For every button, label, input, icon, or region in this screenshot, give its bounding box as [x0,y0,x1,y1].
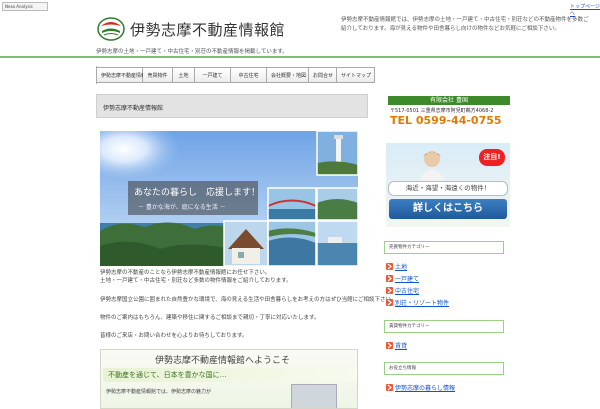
analytics-badge: Nesa Analysis [2,2,48,11]
arrow-right-icon [386,263,393,270]
promo-badge: 注目! [479,149,505,166]
company-card[interactable]: 有限会社 豊国 〒517-0501 三重県志摩市阿児町鵜方4068-2 TEL … [388,96,510,130]
company-phone: TEL 0599-44-0755 [390,114,502,127]
promo-details-button[interactable]: 詳しくはこちら [389,199,507,219]
sidebar-link-used-house[interactable]: 中古住宅 [386,286,419,295]
sidebar-link-label: 賃貸 [395,343,408,350]
company-address: 〒517-0501 三重県志摩市阿児町鵜方4068-2 [390,108,494,114]
welcome-subtitle: 不動産を通じて、日本を豊かな国に… [108,371,227,379]
nav-item-contact[interactable]: お問合せ [309,67,337,83]
sidebar-link-house[interactable]: 一戸建て [386,274,419,283]
hero-caption: あなたの暮らし 応援します！ － 豊かな海が、庭になる生活 － [128,181,261,215]
intro-paragraph-1: 伊勢志摩の不動産のことなら伊勢志摩不動産情報館にお任せ下さい。 [100,270,271,276]
header-divider [0,56,600,58]
page-title: 伊勢志摩不動産情報館 [103,105,164,112]
nav-item-sitemap[interactable]: サイトマップ [337,67,375,83]
nav-item-sale[interactable]: 売買物件 [143,67,173,83]
welcome-subtitle-band: 不動産を通じて、日本を豊かな国に… [103,368,357,382]
intro-paragraph-4: 物件のご案内はもちろん、建築や移住に関するご相談まで親切・丁寧に対応いたします。 [100,315,320,321]
sidebar-link-label: 土地 [395,264,408,271]
arrow-right-icon [386,342,393,349]
arrow-right-icon [386,275,393,282]
sidebar-link-label: 一戸建て [395,276,420,283]
widget-title-rent-categories: 賃貸物件カテゴリー [384,320,504,333]
intro-paragraph-3: 伊勢志摩国立公園に囲まれた自然豊かな環境で、海の見える生活や田舎暮らしをお考えの… [100,297,397,303]
sidebar-link-resort[interactable]: 別荘・リゾート物件 [386,298,449,307]
header-description: 伊勢志摩不動産情報館では、伊勢志摩の土地・一戸建て・中古住宅・別荘などの不動産物… [341,17,589,32]
widget-title-sale-categories: 売買物件カテゴリー [384,241,504,254]
company-name: 有限会社 豊国 [388,96,510,105]
nav-item-house[interactable]: 一戸建て [195,67,231,83]
welcome-photo [291,384,337,408]
intro-paragraph-2: 土地・一戸建て・中古住宅・別荘など多数の物件情報をご紹介しております。 [100,278,292,284]
hero-image: あなたの暮らし 応援します！ － 豊かな海が、庭になる生活 － [100,131,358,266]
hero-subline: － 豊かな海が、庭になる生活 － [138,204,226,211]
sidebar-link-rent[interactable]: 賃貸 [386,341,407,350]
nav-item-land[interactable]: 土地 [173,67,195,83]
intro-paragraph-5: 皆様のご来店・お問い合わせを心よりお待ちしております。 [100,333,248,339]
main-title-bar: 伊勢志摩不動産情報館 [96,94,368,118]
sidebar-link-life-info[interactable]: 伊勢志摩の暮らし情報 [386,383,455,392]
arrow-right-icon [386,384,393,391]
nav-item-used-house[interactable]: 中古住宅 [231,67,267,83]
site-logo[interactable]: 伊勢志摩不動産情報館 [96,16,285,42]
promo-tagline: 海近・海望・海遠くの物件！ [388,181,508,196]
welcome-text: 伊勢志摩不動産情報館では、伊勢志摩の魅力が [106,389,212,395]
welcome-banner: 伊勢志摩不動産情報館へようこそ 不動産を通じて、日本を豊かな国に… 伊勢志摩不動… [100,349,358,409]
logo-emblem-icon [97,17,125,41]
arrow-right-icon [386,299,393,306]
nav-item-company[interactable]: 会社概要・地図 [267,67,309,83]
arrow-right-icon [386,287,393,294]
promo-banner[interactable]: 注目! 海近・海望・海遠くの物件！ 詳しくはこちら [386,143,510,227]
logo-text: 伊勢志摩不動産情報館 [130,21,286,39]
sidebar-link-label: 別荘・リゾート物件 [395,300,450,307]
sidebar-link-label: 中古住宅 [395,288,420,295]
sidebar-link-land[interactable]: 土地 [386,262,407,271]
global-nav: 伊勢志摩不動産情報館 売買物件 土地 一戸建て 中古住宅 会社概要・地図 お問合… [96,66,375,84]
welcome-title: 伊勢志摩不動産情報館へようこそ [155,356,291,366]
top-page-link[interactable]: トップページへ [570,3,600,17]
widget-title-info: お役立ち情報 [384,362,504,375]
site-description: 伊勢志摩の土地・一戸建て・中古住宅・別荘の不動産情報を掲載しています。 [96,49,288,55]
nav-item-home[interactable]: 伊勢志摩不動産情報館 [97,67,151,83]
hero-headline: あなたの暮らし 応援します！ [134,188,261,198]
sidebar-link-label: 伊勢志摩の暮らし情報 [395,385,456,392]
